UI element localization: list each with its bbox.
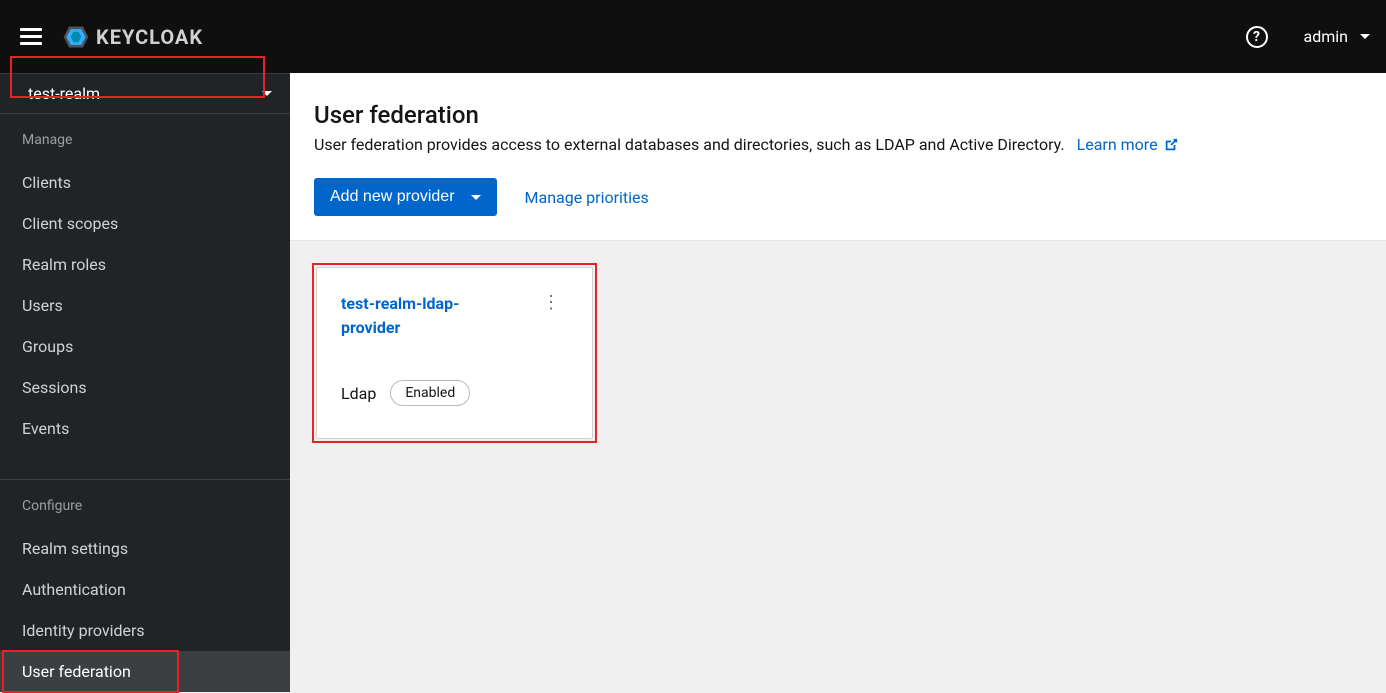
manage-priorities-link[interactable]: Manage priorities: [525, 188, 649, 207]
page-header: User federation User federation provides…: [290, 73, 1386, 241]
topbar: KEYCLOAK ? admin: [0, 0, 1386, 73]
main-content: User federation User federation provides…: [290, 73, 1386, 686]
provider-card[interactable]: test-realm-ldap-provider ⋮ Ldap Enabled: [316, 267, 593, 439]
realm-selector[interactable]: test-realm: [0, 73, 290, 113]
status-badge: Enabled: [390, 380, 470, 406]
sidebar-item-groups[interactable]: Groups: [0, 326, 290, 367]
nav-heading-configure: Configure: [0, 480, 290, 528]
action-row: Add new provider Manage priorities: [314, 178, 1362, 216]
sidebar-item-events[interactable]: Events: [0, 408, 290, 449]
nav-heading-manage: Manage: [0, 114, 290, 162]
sidebar-item-authentication[interactable]: Authentication: [0, 569, 290, 610]
brand-logo[interactable]: KEYCLOAK: [62, 23, 203, 51]
page-description: User federation provides access to exter…: [314, 135, 1362, 154]
sidebar: test-realm Manage Clients Client scopes …: [0, 73, 290, 686]
brand-name: KEYCLOAK: [96, 25, 203, 49]
provider-name-link[interactable]: test-realm-ldap-provider: [341, 292, 511, 340]
sidebar-item-realm-settings[interactable]: Realm settings: [0, 528, 290, 569]
kebab-menu-icon[interactable]: ⋮: [534, 292, 568, 314]
nav-section-configure: Configure Realm settings Authentication …: [0, 479, 290, 692]
add-new-provider-button[interactable]: Add new provider: [314, 178, 497, 216]
user-name: admin: [1304, 27, 1348, 46]
realm-selector-value: test-realm: [28, 84, 100, 103]
help-icon[interactable]: ?: [1246, 26, 1268, 48]
hamburger-menu-icon[interactable]: [20, 24, 42, 49]
sidebar-item-users[interactable]: Users: [0, 285, 290, 326]
sidebar-item-client-scopes[interactable]: Client scopes: [0, 203, 290, 244]
sidebar-item-sessions[interactable]: Sessions: [0, 367, 290, 408]
external-link-icon: [1164, 138, 1178, 152]
caret-down-icon: [471, 195, 481, 200]
sidebar-item-identity-providers[interactable]: Identity providers: [0, 610, 290, 651]
caret-down-icon: [262, 91, 272, 96]
page-title: User federation: [314, 101, 1362, 129]
nav-section-manage: Manage Clients Client scopes Realm roles…: [0, 113, 290, 449]
sidebar-item-realm-roles[interactable]: Realm roles: [0, 244, 290, 285]
caret-down-icon: [1360, 34, 1370, 39]
user-menu[interactable]: admin: [1304, 27, 1370, 46]
learn-more-link[interactable]: Learn more: [1077, 135, 1178, 154]
sidebar-item-clients[interactable]: Clients: [0, 162, 290, 203]
keycloak-logo-icon: [62, 23, 90, 51]
provider-type: Ldap: [341, 384, 376, 403]
providers-grid: test-realm-ldap-provider ⋮ Ldap Enabled: [290, 241, 1386, 686]
